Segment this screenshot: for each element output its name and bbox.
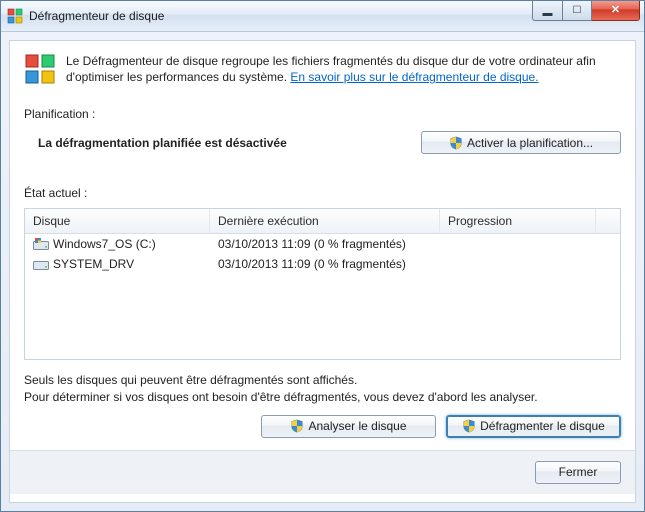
current-section-label: État actuel :	[24, 186, 621, 200]
learn-more-link[interactable]: En savoir plus sur le défragmenteur de d…	[290, 70, 538, 84]
window-controls: ▬ ☐ ✕	[532, 1, 644, 31]
intro-panel: Le Défragmenteur de disque regroupe les …	[24, 53, 621, 93]
shield-icon	[449, 136, 463, 150]
hint-line-2: Pour déterminer si vos disques ont besoi…	[24, 389, 621, 405]
col-disk[interactable]: Disque	[25, 209, 210, 233]
defragment-label: Défragmenter le disque	[480, 419, 605, 433]
disk-last-run: 03/10/2013 11:09 (0 % fragmentés)	[210, 237, 440, 251]
analyze-button[interactable]: Analyser le disque	[261, 415, 436, 438]
client-area: Le Défragmenteur de disque regroupe les …	[9, 40, 636, 503]
hint-text: Seuls les disques qui peuvent être défra…	[24, 372, 621, 404]
table-row[interactable]: Windows7_OS (C:) 03/10/2013 11:09 (0 % f…	[25, 234, 620, 254]
shield-icon	[462, 419, 476, 433]
defrag-big-icon	[24, 53, 56, 85]
close-button[interactable]: ✕	[592, 1, 640, 21]
hint-line-1: Seuls les disques qui peuvent être défra…	[24, 372, 621, 388]
disk-name: SYSTEM_DRV	[53, 257, 134, 271]
windows-drive-icon	[33, 238, 49, 250]
analyze-label: Analyser le disque	[308, 419, 406, 433]
schedule-section-label: Planification :	[24, 107, 621, 121]
maximize-button[interactable]: ☐	[562, 1, 592, 21]
activate-schedule-label: Activer la planification...	[467, 136, 593, 150]
drive-icon	[33, 258, 49, 270]
disk-table: Disque Dernière exécution Progression	[24, 208, 621, 360]
close-footer-button[interactable]: Fermer	[535, 461, 621, 484]
disk-name: Windows7_OS (C:)	[53, 237, 156, 251]
activate-schedule-button[interactable]: Activer la planification...	[421, 131, 621, 154]
disk-last-run: 03/10/2013 11:09 (0 % fragmentés)	[210, 257, 440, 271]
maximize-icon: ☐	[573, 6, 582, 16]
window-title: Défragmenteur de disque	[29, 9, 532, 23]
titlebar[interactable]: Défragmenteur de disque ▬ ☐ ✕	[1, 1, 644, 32]
action-row: Analyser le disque Défragmenter le disqu…	[24, 415, 621, 438]
col-spacer	[596, 209, 620, 233]
minimize-button[interactable]: ▬	[532, 1, 562, 21]
table-body: Windows7_OS (C:) 03/10/2013 11:09 (0 % f…	[25, 234, 620, 359]
intro-text: Le Défragmenteur de disque regroupe les …	[66, 53, 621, 85]
defragment-button[interactable]: Défragmenter le disque	[446, 415, 621, 438]
window-root: Défragmenteur de disque ▬ ☐ ✕ Le Défragm…	[0, 0, 645, 512]
minimize-icon: ▬	[543, 9, 553, 19]
shield-icon	[290, 419, 304, 433]
defrag-icon	[7, 8, 23, 24]
footer: Fermer	[10, 450, 635, 494]
table-header: Disque Dernière exécution Progression	[25, 209, 620, 234]
table-row[interactable]: SYSTEM_DRV 03/10/2013 11:09 (0 % fragmen…	[25, 254, 620, 274]
schedule-status: La défragmentation planifiée est désacti…	[24, 136, 409, 150]
close-icon: ✕	[611, 5, 620, 16]
col-progress[interactable]: Progression	[440, 209, 596, 233]
schedule-row: La défragmentation planifiée est désacti…	[24, 131, 621, 154]
col-last-run[interactable]: Dernière exécution	[210, 209, 440, 233]
